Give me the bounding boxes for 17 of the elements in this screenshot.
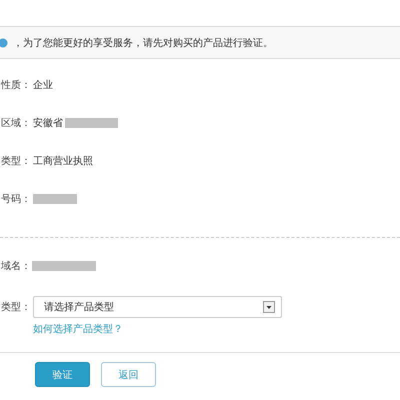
help-icon xyxy=(0,38,8,48)
field-value: 安徽省 xyxy=(33,116,63,130)
redaction-bar xyxy=(33,194,77,204)
field-label: 类型： xyxy=(0,300,31,314)
back-button[interactable]: 返回 xyxy=(101,362,156,387)
field-label: 类型： xyxy=(0,154,31,168)
product-type-select[interactable]: 请选择产品类型 xyxy=(33,296,282,318)
help-link[interactable]: 如何选择产品类型？ xyxy=(33,324,123,335)
field-label: 区域： xyxy=(0,116,31,130)
field-label: 号码： xyxy=(0,193,31,206)
field-value: 企业 xyxy=(33,78,53,92)
field-label: 域名： xyxy=(0,260,31,273)
field-label: 性质： xyxy=(0,78,31,92)
verify-button[interactable]: 验证 xyxy=(35,362,90,387)
redaction-bar xyxy=(65,118,118,128)
notice-text: ，为了您能更好的享受服务，请先对购买的产品进行验证。 xyxy=(13,36,273,50)
field-value: 工商营业执照 xyxy=(33,154,93,168)
